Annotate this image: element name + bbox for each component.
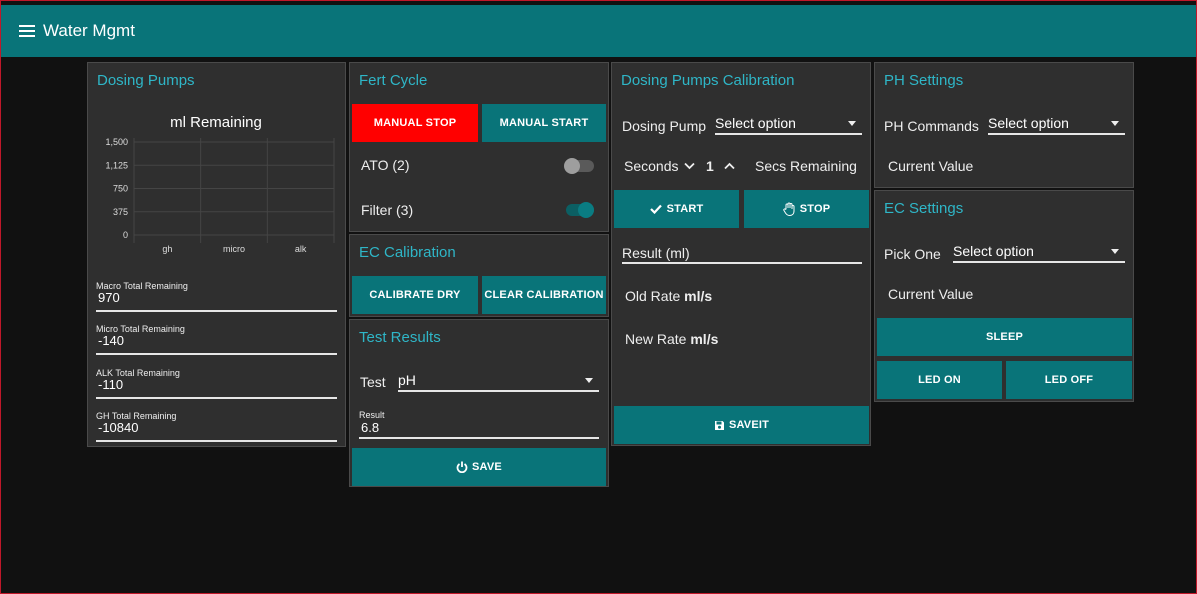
pick-one-select[interactable]: Select option <box>953 241 1125 263</box>
result-label: Result <box>359 410 385 420</box>
card-title: EC Settings <box>884 200 964 217</box>
dosing-pumps-calibration-card: Dosing Pumps Calibration Dosing Pump Sel… <box>611 62 871 446</box>
stop-label: STOP <box>799 203 831 215</box>
result-underline <box>359 437 599 439</box>
test-select[interactable]: pH <box>398 370 599 392</box>
dosing-pump-select[interactable]: Select option <box>715 113 862 135</box>
save-label: SAVE <box>472 461 502 473</box>
seconds-label: Seconds <box>624 158 679 174</box>
ph-settings-card: PH Settings PH Commands Select option Cu… <box>874 62 1134 188</box>
manual-start-button[interactable]: MANUAL START <box>482 104 606 142</box>
y-tick-label: 1,125 <box>105 160 128 170</box>
chevron-down-icon <box>585 377 593 383</box>
remaining-field-underline <box>96 353 337 355</box>
test-select-value: pH <box>398 372 416 388</box>
app-title: Water Mgmt <box>43 21 135 40</box>
save-button[interactable]: SAVE <box>352 448 606 486</box>
start-button[interactable]: START <box>614 190 739 228</box>
card-title: PH Settings <box>884 72 964 89</box>
result-ml-underline <box>622 262 862 264</box>
test-label: Test <box>360 374 386 390</box>
hand-icon <box>783 202 795 216</box>
stop-button[interactable]: STOP <box>744 190 869 228</box>
chevron-up-icon[interactable] <box>724 162 735 170</box>
check-icon <box>649 204 662 214</box>
remaining-field-input[interactable]: -140 <box>98 333 124 348</box>
remaining-field-input[interactable]: -10840 <box>98 420 138 435</box>
dosing-pump-select-value: Select option <box>715 115 796 131</box>
result-input[interactable]: 6.8 <box>361 420 379 435</box>
led-off-button[interactable]: LED OFF <box>1006 361 1132 399</box>
remaining-field-underline <box>96 440 337 442</box>
ec-calibration-card: EC Calibration CALIBRATE DRY CLEAR CALIB… <box>349 234 609 317</box>
filter-toggle-label: Filter (3) <box>361 202 414 218</box>
seconds-value[interactable]: 1 <box>706 158 714 174</box>
power-icon <box>456 461 468 473</box>
manual-stop-button[interactable]: MANUAL STOP <box>352 104 478 142</box>
ph-commands-label: PH Commands <box>884 118 979 134</box>
y-tick-label: 750 <box>113 184 128 194</box>
test-results-card: Test Results Test pH Result 6.8 SAVE <box>349 319 609 487</box>
chart-title: ml Remaining <box>170 114 262 131</box>
chevron-down-icon <box>848 120 856 126</box>
ec-current-value: Current Value <box>888 286 974 302</box>
clear-calibration-button[interactable]: CLEAR CALIBRATION <box>482 276 606 314</box>
card-title: Test Results <box>359 329 441 346</box>
card-title: Fert Cycle <box>359 72 428 89</box>
y-tick-label: 0 <box>123 230 128 240</box>
chevron-down-icon <box>1111 248 1119 254</box>
result-ml-label[interactable]: Result (ml) <box>622 245 690 261</box>
sleep-button[interactable]: SLEEP <box>877 318 1132 356</box>
x-category-label: micro <box>223 244 245 254</box>
start-label: START <box>666 203 704 215</box>
remaining-field-input[interactable]: 970 <box>98 290 120 305</box>
ph-commands-select-value: Select option <box>988 115 1069 131</box>
card-title: Dosing Pumps <box>97 72 195 89</box>
y-tick-label: 375 <box>113 207 128 217</box>
ml-remaining-chart: ml Remaining 0 375 750 1,125 1,500 gh micro al… <box>105 114 335 254</box>
y-tick-label: 1,500 <box>105 137 128 147</box>
dosing-pump-label: Dosing Pump <box>622 118 707 134</box>
ph-commands-select[interactable]: Select option <box>988 113 1125 135</box>
ph-current-value: Current Value <box>888 158 974 174</box>
chevron-down-icon <box>1111 120 1119 126</box>
card-title: Dosing Pumps Calibration <box>621 72 795 89</box>
floppy-disk-icon <box>714 420 724 430</box>
remaining-field-underline <box>96 310 337 312</box>
secs-remaining-label: Secs Remaining <box>755 158 857 174</box>
saveit-button[interactable]: SAVEIT <box>614 406 869 444</box>
chevron-down-icon[interactable] <box>684 162 695 170</box>
x-category-label: alk <box>295 244 307 254</box>
remaining-field-underline <box>96 397 337 399</box>
hamburger-icon[interactable] <box>19 25 35 37</box>
calibrate-dry-button[interactable]: CALIBRATE DRY <box>352 276 478 314</box>
remaining-field-input[interactable]: -110 <box>98 377 123 392</box>
saveit-label: SAVEIT <box>728 419 770 431</box>
ato-toggle-label: ATO (2) <box>361 157 410 173</box>
ec-settings-card: EC Settings Pick One Select option Curre… <box>874 190 1134 402</box>
dosing-pumps-card: Dosing Pumps ml Remaining 0 375 750 1,125 1,… <box>87 62 346 447</box>
led-on-button[interactable]: LED ON <box>877 361 1002 399</box>
fert-cycle-card: Fert Cycle MANUAL STOP MANUAL START ATO … <box>349 62 609 232</box>
old-rate-label: Old Rate ml/s <box>625 288 713 304</box>
pick-one-select-value: Select option <box>953 243 1034 259</box>
pick-one-label: Pick One <box>884 246 941 262</box>
card-title: EC Calibration <box>359 244 456 261</box>
new-rate-label: New Rate ml/s <box>625 331 719 347</box>
app-toolbar: Water Mgmt <box>1 5 1196 57</box>
x-category-label: gh <box>162 244 172 254</box>
